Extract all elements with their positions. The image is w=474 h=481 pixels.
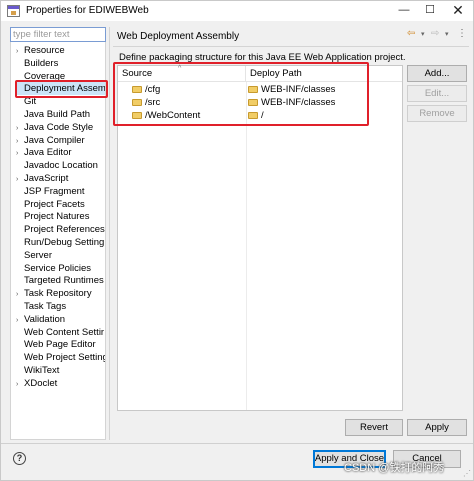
sidebar-item[interactable]: › Java Compiler — [16, 134, 85, 147]
sidebar-item-label: Java Editor — [24, 147, 72, 159]
sidebar-item-label: WikiText — [24, 365, 60, 376]
table-highlight-box — [113, 62, 369, 126]
sidebar-item[interactable]: › Task Repository — [16, 287, 92, 300]
sidebar-item[interactable]: Web Content Settir — [16, 326, 104, 339]
minimize-icon[interactable]: — — [393, 2, 415, 20]
sidebar-item[interactable]: › XDoclet — [16, 377, 57, 390]
sidebar-item-label: Resource — [24, 45, 65, 56]
sidebar-item[interactable]: Run/Debug Setting — [16, 236, 104, 249]
sidebar-item-label: Web Content Settir — [24, 326, 105, 338]
sidebar-item-label: Javadoc Location — [24, 160, 98, 172]
header-separator — [113, 46, 469, 47]
sidebar-item-label: Java Build Path — [24, 109, 91, 120]
sidebar-item[interactable]: › Resource — [16, 44, 65, 57]
sidebar-item[interactable]: Project Facets — [16, 198, 85, 211]
selection-highlight-box — [15, 80, 108, 98]
properties-dialog: Properties for EDIWEBWeb — ☐ ✕ type filt… — [0, 0, 474, 481]
sidebar-item[interactable]: Targeted Runtimes — [16, 274, 104, 287]
sidebar-item-label: Task Repository — [24, 288, 92, 300]
sidebar-item[interactable]: › JavaScript — [16, 172, 68, 185]
column-separator — [246, 82, 247, 410]
sidebar-item-label: Task Tags — [24, 301, 67, 312]
sidebar-item-label: Java Code Style — [24, 121, 94, 133]
sidebar-item-label: Project Facets — [24, 198, 85, 210]
sidebar-item-label: JSP Fragment — [24, 185, 85, 197]
sidebar-item[interactable]: › Validation — [16, 313, 65, 326]
sidebar-item-label: Project Natures — [24, 211, 90, 223]
sidebar-item-label: Web Page Editor — [24, 339, 96, 351]
add-button[interactable]: Add... — [407, 65, 467, 82]
sidebar-item[interactable]: Task Tags — [16, 300, 66, 313]
revert-button[interactable]: Revert — [345, 419, 403, 436]
sidebar-item-label: Project References — [24, 224, 105, 236]
sidebar-item[interactable]: Java Build Path — [16, 108, 90, 121]
close-icon[interactable]: ✕ — [447, 2, 469, 20]
sidebar-item-label: JavaScript — [24, 173, 69, 184]
sidebar-item[interactable]: › Java Editor — [16, 146, 72, 159]
sidebar-item-label: Java Compiler — [24, 134, 85, 146]
sidebar-item-label: Validation — [24, 313, 66, 325]
sidebar-item-label: Web Project Setting — [24, 352, 106, 364]
back-arrow-icon[interactable]: ⇦ — [407, 28, 415, 39]
property-tree: › Resource Builders Coverage Deployment Asse… — [10, 42, 106, 440]
eclipse-window-icon — [7, 5, 20, 17]
forward-dropdown-icon[interactable]: ▾ — [445, 30, 449, 38]
pane-divider[interactable] — [109, 27, 110, 440]
resize-grip-icon[interactable]: ⋰ — [463, 469, 471, 478]
edit-button[interactable]: Edit... — [407, 85, 467, 102]
sidebar-item[interactable]: Javadoc Location — [16, 159, 98, 172]
filter-input[interactable]: type filter text — [10, 27, 106, 42]
sidebar-item-label: Targeted Runtimes — [24, 275, 104, 287]
remove-button[interactable]: Remove — [407, 105, 467, 122]
sidebar-item[interactable]: JSP Fragment — [16, 185, 85, 198]
back-dropdown-icon[interactable]: ▾ — [421, 30, 425, 38]
title-bar: Properties for EDIWEBWeb — ☐ ✕ — [1, 1, 473, 21]
sidebar-item[interactable]: Project Natures — [16, 210, 89, 223]
sidebar-item-label: XDoclet — [24, 377, 58, 389]
help-icon[interactable]: ? — [13, 452, 26, 465]
maximize-icon[interactable]: ☐ — [419, 2, 441, 20]
forward-arrow-icon[interactable]: ⇨ — [431, 28, 439, 39]
expand-arrow-icon[interactable]: › — [16, 378, 24, 391]
sidebar-item[interactable]: WikiText — [16, 364, 59, 377]
sidebar-item[interactable]: Builders — [16, 57, 58, 70]
apply-button[interactable]: Apply — [407, 419, 467, 436]
sidebar-item[interactable]: Project References — [16, 223, 105, 236]
sidebar-item[interactable]: › Java Code Style — [16, 121, 93, 134]
page-title: Web Deployment Assembly — [117, 31, 240, 42]
sidebar-item-label: Server — [24, 249, 52, 261]
footer-separator — [1, 443, 473, 444]
sidebar-item-label: Run/Debug Setting — [24, 237, 105, 248]
view-menu-icon[interactable]: ⋮ — [457, 28, 467, 39]
window-title: Properties for EDIWEBWeb — [26, 5, 149, 16]
sidebar-item-label: Service Policies — [24, 262, 92, 274]
sidebar-item[interactable]: Web Project Setting — [16, 351, 106, 364]
sidebar-item[interactable]: Service Policies — [16, 262, 91, 275]
sidebar-item-label: Builders — [24, 57, 59, 69]
watermark: CSDN @铁打的阿秀 — [344, 462, 445, 474]
sidebar-item[interactable]: Server — [16, 249, 52, 262]
sidebar-item[interactable]: Web Page Editor — [16, 338, 96, 351]
